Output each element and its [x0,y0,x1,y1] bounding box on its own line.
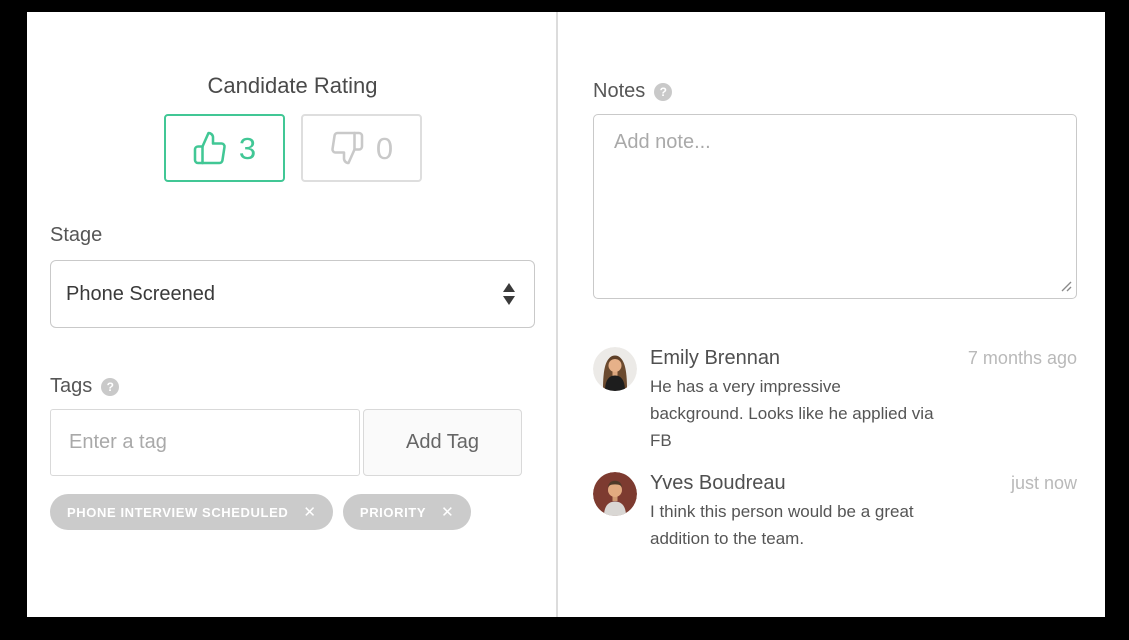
notes-label: Notes [593,80,645,103]
thumbs-down-count: 0 [376,133,393,164]
thumbs-up-count: 3 [239,133,256,164]
thumbs-up-icon [192,130,228,166]
note-entry: Emily Brennan 7 months ago He has a very… [593,347,1077,454]
candidate-rating-title: Candidate Rating [50,73,535,99]
thumbs-up-button[interactable]: 3 [164,114,285,182]
avatar [593,347,637,391]
note-textarea-wrap [593,114,1077,299]
tag-pill-label: PHONE INTERVIEW SCHEDULED [67,505,288,520]
tags-help-icon[interactable]: ? [101,378,119,396]
note-timestamp: 7 months ago [968,348,1077,369]
candidate-detail-card: Candidate Rating 3 0 [27,12,1105,617]
tag-pills-row: PHONE INTERVIEW SCHEDULED ✕ PRIORITY ✕ [50,494,535,530]
note-content: Emily Brennan 7 months ago He has a very… [650,347,1077,454]
notes-label-row: Notes ? [593,80,1077,103]
thumbs-down-icon [329,130,365,166]
tags-label: Tags [50,375,92,398]
tags-label-row: Tags ? [50,375,535,398]
note-author: Emily Brennan [650,347,780,370]
remove-tag-icon[interactable]: ✕ [303,505,316,520]
tag-pill: PHONE INTERVIEW SCHEDULED ✕ [50,494,333,530]
resize-handle-icon[interactable] [1060,280,1072,292]
note-text: I think this person would be a great add… [650,498,935,552]
note-text: He has a very impressive background. Loo… [650,373,935,454]
tag-entry-row: Add Tag [50,409,522,476]
select-arrows-icon [502,283,516,305]
thumbs-down-button[interactable]: 0 [301,114,422,182]
tag-pill: PRIORITY ✕ [343,494,471,530]
note-entry: Yves Boudreau just now I think this pers… [593,472,1077,552]
notes-help-icon[interactable]: ? [654,83,672,101]
note-timestamp: just now [1011,473,1077,494]
note-content: Yves Boudreau just now I think this pers… [650,472,1077,552]
rating-stage-tags-panel: Candidate Rating 3 0 [27,12,556,617]
tag-input[interactable] [50,409,360,476]
note-author: Yves Boudreau [650,472,786,495]
add-tag-button[interactable]: Add Tag [363,409,522,476]
stage-selected-value: Phone Screened [66,283,215,306]
note-textarea[interactable] [593,114,1077,299]
stage-select[interactable]: Phone Screened [50,260,535,328]
avatar [593,472,637,516]
rating-buttons-row: 3 0 [50,114,535,182]
notes-list: Emily Brennan 7 months ago He has a very… [593,347,1077,552]
stage-label: Stage [50,224,535,247]
tag-pill-label: PRIORITY [360,505,426,520]
remove-tag-icon[interactable]: ✕ [441,505,454,520]
notes-panel: Notes ? [558,12,1105,617]
